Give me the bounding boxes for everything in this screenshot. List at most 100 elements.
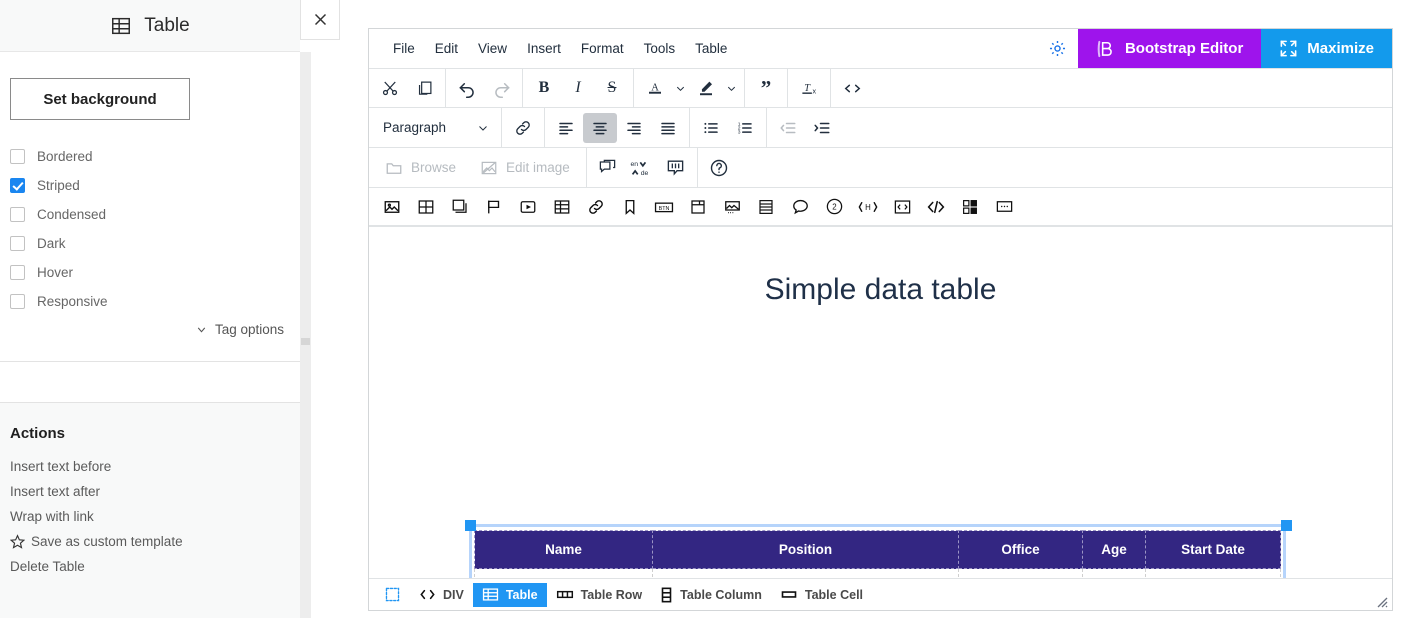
menu-insert[interactable]: Insert	[517, 36, 571, 61]
source-code-button[interactable]	[835, 73, 869, 103]
select-element-button[interactable]	[375, 583, 410, 607]
statusbar-item-table[interactable]: Table	[472, 582, 547, 607]
clear-formatting-button[interactable]: T x	[792, 73, 826, 103]
checkbox-row-condensed[interactable]: Condensed	[10, 200, 300, 229]
blockquote-button[interactable]: ”	[749, 73, 783, 103]
checkbox-bordered[interactable]	[10, 149, 25, 164]
edit-image-button[interactable]: Edit image	[468, 153, 582, 183]
code-block-button[interactable]	[919, 192, 953, 222]
column-header-age[interactable]: Age	[1082, 530, 1146, 569]
checkbox-row-bordered[interactable]: Bordered	[10, 142, 300, 171]
data-table[interactable]: Name Position Office Age Start Date Tige…	[474, 530, 1281, 578]
table-cell[interactable]: System Architect	[652, 568, 959, 578]
align-justify-button[interactable]	[651, 113, 685, 143]
card-button[interactable]	[681, 192, 715, 222]
redo-button[interactable]	[484, 73, 518, 103]
editor-content-area[interactable]: Simple data table Name Position Office A…	[369, 226, 1392, 578]
set-background-button[interactable]: Set background	[10, 78, 190, 120]
help-button[interactable]	[702, 153, 736, 183]
menu-file[interactable]: File	[383, 36, 425, 61]
insert-link-button[interactable]	[506, 113, 540, 143]
flag-button[interactable]	[477, 192, 511, 222]
sidebar-scrollbar-thumb[interactable]	[301, 338, 310, 345]
template-button[interactable]	[885, 192, 919, 222]
link-insert-button[interactable]	[579, 192, 613, 222]
statusbar-item-table-row[interactable]: Table Row	[547, 583, 652, 607]
sidebar-scrollbar[interactable]	[300, 52, 311, 618]
video-button[interactable]	[511, 192, 545, 222]
action-delete-table[interactable]: Delete Table	[10, 554, 300, 579]
menu-view[interactable]: View	[468, 36, 517, 61]
heading-tag-button[interactable]: H	[851, 192, 885, 222]
column-header-position[interactable]: Position	[652, 530, 959, 569]
table-cell[interactable]: 40	[1082, 568, 1146, 578]
checkbox-responsive[interactable]	[10, 294, 25, 309]
statusbar-item-table-column[interactable]: Table Column	[651, 583, 771, 607]
bootstrap-editor-button[interactable]: Bootstrap Editor	[1077, 29, 1262, 68]
strikethrough-button[interactable]: S	[595, 73, 629, 103]
align-center-button[interactable]	[583, 112, 617, 143]
browse-button[interactable]: Browse	[373, 153, 468, 183]
list-block-button[interactable]	[749, 192, 783, 222]
column-header-start-date[interactable]: Start Date	[1145, 530, 1281, 569]
align-right-button[interactable]	[617, 113, 651, 143]
checkbox-row-dark[interactable]: Dark	[10, 229, 300, 258]
media-button[interactable]	[715, 192, 749, 222]
table-row[interactable]: Tiger Nixon System Architect Edinburgh 4…	[474, 568, 1281, 578]
close-panel-button[interactable]	[300, 0, 340, 40]
table-cell[interactable]: 2011/04/25	[1145, 568, 1281, 578]
document-heading[interactable]: Simple data table	[369, 273, 1392, 307]
menu-tools[interactable]: Tools	[634, 36, 686, 61]
selection-handle-top-left[interactable]	[465, 520, 476, 531]
checkbox-row-responsive[interactable]: Responsive	[10, 287, 300, 316]
checkbox-row-hover[interactable]: Hover	[10, 258, 300, 287]
block-format-select[interactable]: Paragraph	[373, 113, 497, 143]
table-cell[interactable]: Tiger Nixon	[474, 568, 653, 578]
menu-edit[interactable]: Edit	[425, 36, 468, 61]
maximize-button[interactable]: Maximize	[1261, 29, 1392, 68]
bullet-list-button[interactable]	[694, 113, 728, 143]
statusbar-item-table-cell[interactable]: Table Cell	[771, 583, 872, 607]
checkbox-hover[interactable]	[10, 265, 25, 280]
button-element-button[interactable]: BTN	[647, 192, 681, 222]
align-left-button[interactable]	[549, 113, 583, 143]
checkbox-dark[interactable]	[10, 236, 25, 251]
action-save-as-custom-template[interactable]: Save as custom template	[10, 529, 300, 554]
outdent-button[interactable]	[771, 113, 805, 143]
action-wrap-with-link[interactable]: Wrap with link	[10, 504, 300, 529]
resize-grip-icon[interactable]	[1374, 594, 1388, 608]
action-insert-text-before[interactable]: Insert text before	[10, 454, 300, 479]
image-stack-button[interactable]	[443, 192, 477, 222]
column-header-name[interactable]: Name	[474, 530, 653, 569]
tune-tooltip-button[interactable]	[659, 153, 693, 183]
menu-table[interactable]: Table	[685, 36, 737, 61]
tag-options-toggle[interactable]: Tag options	[0, 322, 300, 337]
speech-bubble-button[interactable]	[783, 192, 817, 222]
table-header-row[interactable]: Name Position Office Age Start Date	[474, 530, 1281, 569]
copy-button[interactable]	[407, 73, 441, 103]
table-cell[interactable]: Edinburgh	[958, 568, 1083, 578]
undo-button[interactable]	[450, 73, 484, 103]
comment-button[interactable]	[591, 153, 625, 183]
more-button[interactable]	[987, 192, 1021, 222]
circle-number-button[interactable]: 2	[817, 192, 851, 222]
settings-button[interactable]	[1038, 29, 1078, 68]
action-insert-text-after[interactable]: Insert text after	[10, 479, 300, 504]
translate-button[interactable]: en de	[625, 153, 659, 183]
bold-button[interactable]: B	[527, 73, 561, 103]
numbered-list-button[interactable]: 1 2 3	[728, 113, 762, 143]
grid-blocks-button[interactable]	[953, 192, 987, 222]
statusbar-item-div[interactable]: DIV	[410, 583, 473, 607]
table-insert-button[interactable]	[545, 192, 579, 222]
menu-format[interactable]: Format	[571, 36, 634, 61]
selection-handle-top-right[interactable]	[1281, 520, 1292, 531]
highlight-color-button[interactable]	[689, 73, 723, 103]
insert-image-button[interactable]	[375, 192, 409, 222]
text-color-button[interactable]: A	[638, 73, 672, 103]
cut-button[interactable]	[373, 73, 407, 103]
checkbox-row-striped[interactable]: Striped	[10, 171, 300, 200]
checkbox-condensed[interactable]	[10, 207, 25, 222]
bookmark-button[interactable]	[613, 192, 647, 222]
indent-button[interactable]	[805, 113, 839, 143]
italic-button[interactable]: I	[561, 73, 595, 103]
